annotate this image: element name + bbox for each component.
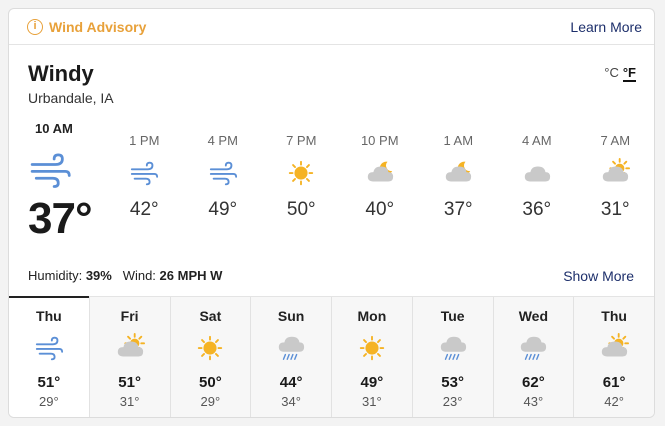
conditions-stats: Humidity: 39% Wind: 26 MPH W: [28, 268, 222, 283]
sun-cloud-icon: [599, 333, 630, 363]
day-high: 49°: [360, 374, 384, 391]
day-low: 43°: [523, 394, 544, 409]
day-item[interactable]: Mon 49° 31°: [331, 297, 412, 417]
hour-temp: 49°: [208, 199, 238, 220]
day-item[interactable]: Wed 62° 43°: [492, 297, 574, 417]
day-name: Sat: [199, 308, 222, 324]
day-high: 51°: [37, 374, 61, 391]
wind-label: Wind:: [122, 268, 156, 283]
hour-label: 7 AM: [600, 133, 631, 148]
day-name: Thu: [36, 308, 62, 324]
day-name: Fri: [120, 308, 139, 324]
day-low: 29°: [39, 394, 59, 409]
hourly-item: 4 AM 36°: [498, 133, 577, 221]
humidity-value: 39%: [85, 268, 112, 283]
unit-toggle: °C °F: [604, 65, 636, 82]
hour-temp: 37°: [443, 199, 473, 220]
day-low: 42°: [604, 394, 624, 409]
day-name: Sun: [277, 308, 305, 324]
day-low: 23°: [442, 394, 463, 409]
hourly-item: 10 PM 40°: [341, 133, 420, 221]
day-low: 29°: [200, 394, 221, 409]
day-item[interactable]: Thu 51° 29°: [9, 296, 89, 417]
advisory-title[interactable]: Wind Advisory: [49, 19, 146, 35]
hour-temp: 40°: [365, 199, 395, 220]
day-high: 53°: [441, 374, 464, 391]
hour-label: 4 AM: [521, 133, 552, 148]
sun-icon: [286, 158, 316, 188]
advisory-bar[interactable]: i Wind Advisory Learn More: [9, 9, 654, 45]
hourly-item: 7 AM 31°: [576, 133, 654, 221]
day-high: 51°: [118, 374, 141, 391]
hourly-item: 7 PM 50°: [262, 133, 341, 221]
day-name: Tue: [440, 308, 465, 324]
day-high: 44°: [279, 374, 303, 391]
show-more-link[interactable]: Show More: [563, 268, 634, 284]
current-condition: Windy: [28, 61, 94, 86]
day-item[interactable]: Sat 50° 29°: [169, 297, 251, 417]
sun-icon: [357, 333, 387, 363]
daily-forecast: Thu 51° 29° Fri 51° 31° Sat 50° 29° Sun 44°…: [9, 296, 654, 417]
day-item[interactable]: Fri 51° 31°: [88, 297, 170, 417]
rain-cloud-icon: [438, 333, 468, 363]
location-label: Urbandale, IA: [28, 90, 114, 106]
wind-icon: [208, 158, 238, 188]
rain-cloud-icon: [276, 333, 306, 363]
moon-cloud-icon: [443, 158, 473, 188]
hourly-item: 1 AM 37°: [419, 133, 498, 221]
sun-icon: [195, 333, 225, 363]
wind-value: 26 MPH W: [159, 268, 223, 283]
cloud-icon: [522, 158, 552, 188]
celsius-toggle[interactable]: °C: [604, 65, 619, 80]
hour-label: 10 PM: [360, 133, 399, 148]
day-name: Thu: [601, 308, 627, 324]
day-item[interactable]: Thu 61° 42°: [573, 297, 654, 417]
learn-more-link[interactable]: Learn More: [570, 19, 642, 35]
hour-temp: 36°: [522, 199, 552, 220]
day-low: 34°: [281, 394, 301, 409]
wind-icon: [28, 148, 108, 192]
day-high: 62°: [522, 374, 545, 391]
day-item[interactable]: Tue 53° 23°: [411, 297, 493, 417]
hourly-forecast: 1 PM 42° 4 PM 49° 7 PM 50° 10 PM 40° 1 AM 37…: [105, 133, 654, 221]
hour-temp: 31°: [600, 199, 630, 220]
day-high: 61°: [602, 374, 626, 391]
fahrenheit-toggle[interactable]: °F: [622, 65, 636, 82]
humidity-label: Humidity:: [28, 268, 83, 283]
hour-label: 4 PM: [207, 133, 238, 148]
hour-temp: 42°: [129, 199, 159, 220]
current-time: 10 AM: [35, 121, 73, 136]
info-icon: i: [27, 18, 43, 35]
day-item[interactable]: Sun 44° 34°: [250, 297, 331, 417]
current-icon: [28, 148, 108, 192]
current-temp: 37°: [28, 194, 93, 243]
current-hour: 10 AM 37°: [28, 121, 108, 244]
sun-cloud-icon: [600, 158, 631, 188]
sun-cloud-icon: [115, 333, 145, 363]
hour-label: 7 PM: [286, 133, 317, 148]
moon-cloud-icon: [365, 158, 395, 188]
wind-icon: [34, 333, 64, 363]
day-name: Mon: [357, 308, 387, 324]
hourly-item: 4 PM 49°: [184, 133, 263, 221]
hourly-item: 1 PM 42°: [105, 133, 184, 221]
hour-temp: 50°: [286, 199, 316, 220]
hour-label: 1 AM: [443, 133, 474, 148]
hour-label: 1 PM: [129, 133, 160, 148]
day-low: 31°: [119, 394, 140, 409]
day-low: 31°: [362, 394, 382, 409]
weather-card: i Wind Advisory Learn More Windy Urbanda…: [8, 8, 655, 418]
day-high: 50°: [199, 374, 222, 391]
day-name: Wed: [518, 308, 549, 324]
wind-icon: [129, 158, 159, 188]
rain-cloud-icon: [518, 333, 548, 363]
